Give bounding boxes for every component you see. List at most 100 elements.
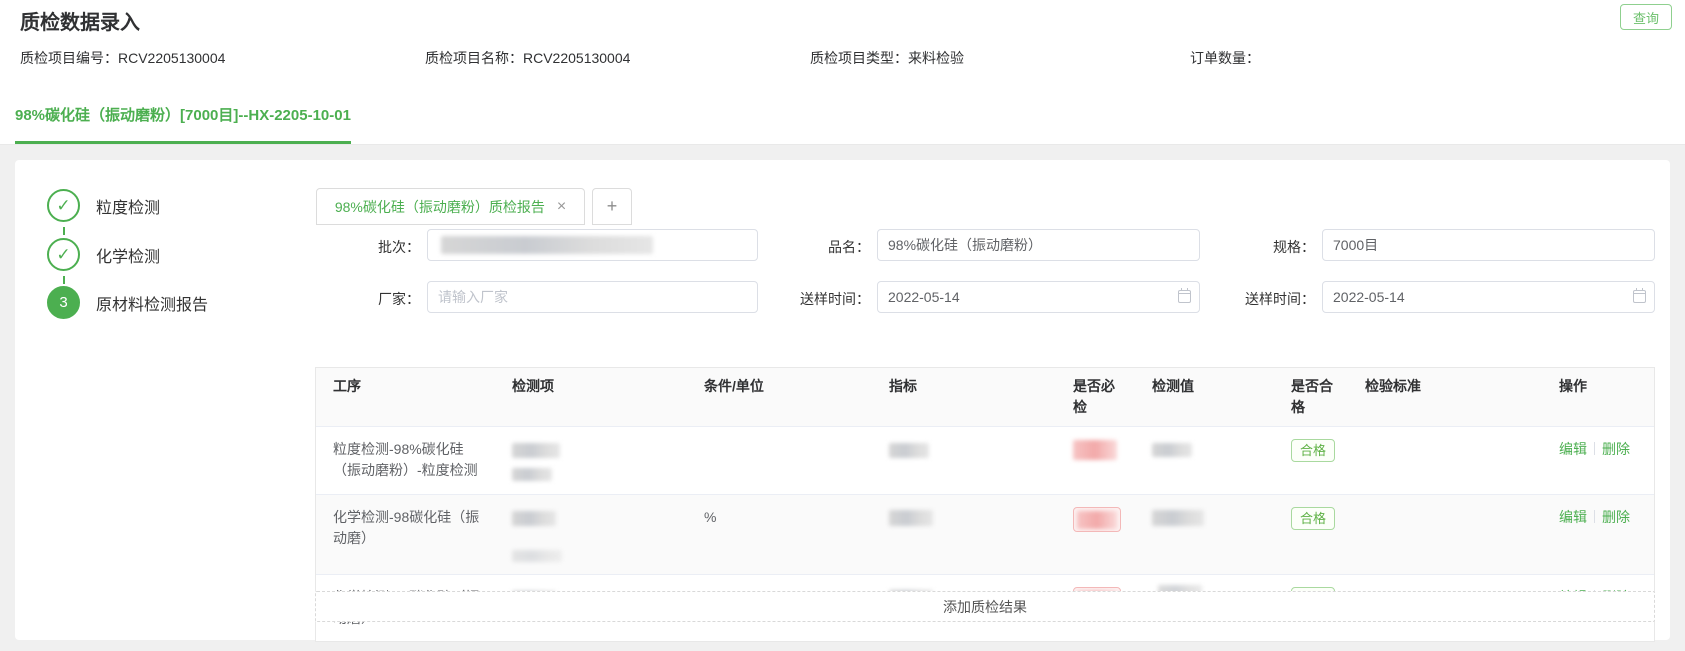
sample-time-1-input[interactable] <box>877 281 1200 313</box>
project-name: 质检项目名称：RCV2205130004 <box>425 48 630 68</box>
edit-link[interactable]: 编辑 <box>1559 509 1587 525</box>
tab-product-material[interactable]: 98%碳化硅（振动磨粉）[7000目]--HX-2205-10-01 <box>15 104 351 144</box>
order-quantity: 订单数量： <box>1190 48 1260 68</box>
project-name-value: RCV2205130004 <box>523 50 630 66</box>
target-cell <box>872 495 1056 574</box>
redacted-value <box>512 550 562 562</box>
col-condition-unit: 条件/单位 <box>687 368 872 426</box>
project-name-label: 质检项目名称： <box>425 50 523 66</box>
qualified-cell: 合格 <box>1274 427 1348 494</box>
delete-link[interactable]: 删除 <box>1602 441 1630 457</box>
redacted-value <box>889 443 929 458</box>
process-cell: 化学检测-98碳化硅（振动磨） <box>316 495 495 574</box>
spec-label: 规格： <box>1273 237 1315 257</box>
query-button[interactable]: 查询 <box>1620 4 1672 30</box>
factory-field-wrap <box>427 281 758 313</box>
check-icon: ✓ <box>56 245 70 265</box>
sample-time-2-wrap <box>1322 281 1655 313</box>
edit-link[interactable]: 编辑 <box>1559 441 1587 457</box>
standard-cell <box>1348 495 1542 574</box>
step-done-icon: ✓ <box>47 189 80 222</box>
project-type-label: 质检项目类型： <box>810 50 908 66</box>
spec-input[interactable] <box>1322 229 1655 261</box>
required-cell <box>1056 495 1135 574</box>
close-icon[interactable]: × <box>557 199 566 215</box>
step-chemical-test[interactable]: ✓ 化学检测 <box>47 238 160 271</box>
redacted-value <box>889 510 933 526</box>
redacted-batch-value <box>441 236 653 254</box>
batch-field-wrap <box>427 229 758 261</box>
col-qualified: 是否合格 <box>1274 368 1348 426</box>
project-code-label: 质检项目编号： <box>20 50 118 66</box>
col-actions: 操作 <box>1542 368 1656 426</box>
product-tab-bar: 98%碳化硅（振动磨粉）[7000目]--HX-2205-10-01 <box>0 96 1685 145</box>
sample-time-1-wrap <box>877 281 1200 313</box>
qualified-badge: 合格 <box>1291 507 1335 530</box>
step-label: 原材料检测报告 <box>96 291 208 315</box>
qc-data-entry-page: 质检数据录入 查询 质检项目编号：RCV2205130004 质检项目名称：RC… <box>0 0 1685 651</box>
step-granularity-test[interactable]: ✓ 粒度检测 <box>47 189 160 222</box>
col-required: 是否必检 <box>1056 368 1135 426</box>
factory-input[interactable] <box>427 281 758 313</box>
step-connector <box>63 276 65 284</box>
qualified-badge: 合格 <box>1291 439 1335 462</box>
project-code: 质检项目编号：RCV2205130004 <box>20 48 225 68</box>
redacted-value <box>512 443 560 458</box>
tab-qc-report-label: 98%碳化硅（振动磨粉）质检报告 <box>335 197 545 217</box>
add-tab-button[interactable]: + <box>592 188 632 225</box>
redacted-value <box>1077 511 1117 529</box>
add-qc-result-button[interactable]: 添加质检结果 <box>315 591 1655 622</box>
action-divider <box>1594 442 1595 455</box>
product-name-input[interactable] <box>877 229 1200 261</box>
tab-qc-report[interactable]: 98%碳化硅（振动磨粉）质检报告 × <box>316 188 585 225</box>
col-test-item: 检测项 <box>495 368 687 426</box>
sample-time-1-label: 送样时间： <box>800 289 870 309</box>
factory-label: 厂家： <box>378 289 420 309</box>
redacted-value <box>512 468 552 481</box>
condition-unit-cell <box>687 427 872 494</box>
sample-time-2-label: 送样时间： <box>1245 289 1315 309</box>
calendar-icon[interactable] <box>1633 290 1646 303</box>
test-value-cell <box>1135 495 1274 574</box>
project-type-value: 来料检验 <box>908 50 964 66</box>
process-cell: 粒度检测-98%碳化硅（振动磨粉）-粒度检测 <box>316 427 495 494</box>
redacted-value <box>512 511 556 526</box>
col-target: 指标 <box>872 368 1056 426</box>
table-row: 化学检测-98碳化硅（振动磨） % 合格 编辑删除 <box>316 494 1654 574</box>
step-label: 化学检测 <box>96 243 160 267</box>
product-name-field-wrap <box>877 229 1200 261</box>
actions-cell: 编辑删除 <box>1542 495 1656 574</box>
qualified-cell: 合格 <box>1274 495 1348 574</box>
delete-link[interactable]: 删除 <box>1602 509 1630 525</box>
step-raw-material-report[interactable]: 3 原材料检测报告 <box>47 286 208 319</box>
test-value-cell <box>1135 427 1274 494</box>
target-cell <box>872 427 1056 494</box>
condition-unit-cell: % <box>687 495 872 574</box>
batch-label: 批次： <box>378 237 420 257</box>
product-name-label: 品名： <box>828 237 870 257</box>
check-icon: ✓ <box>56 196 70 216</box>
spec-field-wrap <box>1322 229 1655 261</box>
step-label: 粒度检测 <box>96 194 160 218</box>
project-code-value: RCV2205130004 <box>118 50 225 66</box>
step-done-icon: ✓ <box>47 238 80 271</box>
step-connector <box>63 227 65 235</box>
redacted-value <box>1073 440 1117 460</box>
order-quantity-label: 订单数量： <box>1190 50 1260 66</box>
content-card: ✓ 粒度检测 ✓ 化学检测 3 原材料检测报告 98%碳化硅（振动磨粉）质检报告… <box>15 160 1670 640</box>
test-item-cell <box>495 427 687 494</box>
col-standard: 检验标准 <box>1348 368 1542 426</box>
page-title: 质检数据录入 <box>20 6 140 35</box>
actions-cell: 编辑删除 <box>1542 427 1656 494</box>
project-type: 质检项目类型：来料检验 <box>810 48 964 68</box>
test-item-cell <box>495 495 687 574</box>
redacted-value <box>1152 510 1204 526</box>
table-header-row: 工序 检测项 条件/单位 指标 是否必检 检测值 是否合格 检验标准 操作 <box>316 368 1654 426</box>
col-test-value: 检测值 <box>1135 368 1274 426</box>
standard-cell <box>1348 427 1542 494</box>
col-process: 工序 <box>316 368 495 426</box>
sample-time-2-input[interactable] <box>1322 281 1655 313</box>
redacted-value <box>1152 443 1192 457</box>
calendar-icon[interactable] <box>1178 290 1191 303</box>
required-cell <box>1056 427 1135 494</box>
